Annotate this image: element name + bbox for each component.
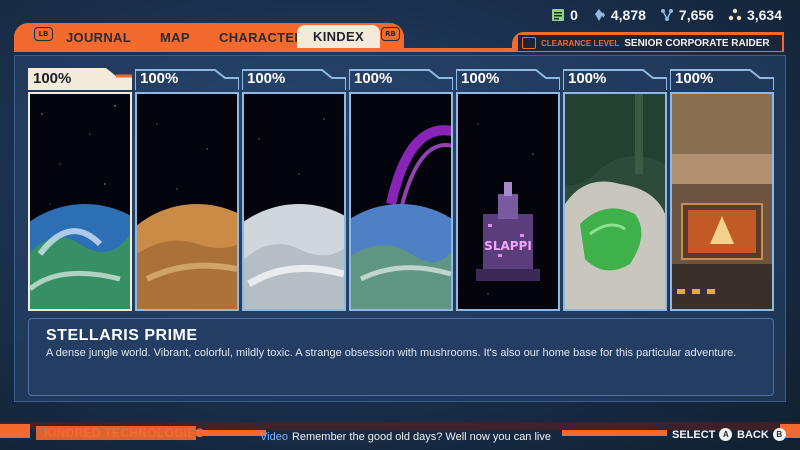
card-completion: 100% [568,70,607,87]
news-ticker: Video Remember the good old days? Well no… [260,431,551,443]
resource-documents-value: 0 [570,7,578,23]
card-completion: 100% [33,70,72,87]
card-image-planet-ice [242,92,346,311]
a-button-icon: A [719,428,733,441]
crystal-icon [594,9,605,21]
clearance-value: SENIOR CORPORATE RAIDER [624,37,770,49]
kindex-card-5[interactable]: 100% SLAPPI [456,68,560,311]
atom-cluster-icon [728,8,742,21]
clearance-label: CLEARANCE LEVEL [541,38,620,48]
ticker-text: Remember the good old days? Well now you… [291,431,551,443]
tab-kindex[interactable]: KINDEX [297,25,380,49]
resource-crystals: 4,878 [592,7,646,23]
lb-bumper-icon[interactable]: LB [34,27,53,41]
card-image-planet-desert [135,92,239,311]
document-icon [552,9,565,21]
molecule-icon [660,9,673,21]
card-completion: 100% [247,70,286,87]
tab-character[interactable]: CHARACTER [219,30,304,45]
clearance-level: CLEARANCE LEVEL SENIOR CORPORATE RAIDER [518,35,782,51]
kindex-card-2[interactable]: 100% [135,68,239,311]
resource-crystals-value: 4,878 [610,7,646,23]
id-card-icon [522,37,536,49]
card-completion: 100% [461,70,500,87]
kindex-card-6[interactable]: 100% [563,68,667,311]
station-sign-text: SLAPPI [484,239,532,253]
kindex-card-3[interactable]: 100% [242,68,346,311]
kindex-card-1[interactable]: 100% [28,68,132,311]
b-button-icon: B [772,428,786,441]
kindex-card-7[interactable]: 100% [670,68,774,311]
select-button[interactable]: SELECT A [672,428,733,441]
card-image-planet-ringed [349,92,453,311]
resource-atoms-value: 3,634 [746,7,782,23]
resource-documents: 0 [551,7,578,23]
card-completion: 100% [675,70,714,87]
tab-journal[interactable]: JOURNAL [66,30,131,45]
resource-molecules: 7,656 [660,7,714,23]
card-image-space-station: SLAPPI [456,92,560,311]
kindex-card-4[interactable]: 100% [349,68,453,311]
card-image-crystal-crater [563,92,667,311]
brand-label: KINDRED TECHNOLOGIES [44,426,205,440]
back-button[interactable]: BACK B [737,428,786,441]
tab-map[interactable]: MAP [160,30,190,45]
card-image-office [670,92,774,311]
back-label: BACK [737,428,769,441]
resource-counters: 0 4,878 7,656 3,634 [551,7,782,23]
entry-description: A dense jungle world. Vibrant, colorful,… [46,347,737,359]
select-label: SELECT [672,428,716,441]
ticker-tag: Video [260,431,288,443]
card-completion: 100% [140,70,179,87]
entry-title: STELLARIS PRIME [46,327,198,344]
card-image-planet-blue-green [28,92,132,311]
resource-molecules-value: 7,656 [678,7,714,23]
card-completion: 100% [354,70,393,87]
resource-atoms: 3,634 [728,7,782,23]
rb-bumper-icon[interactable]: RB [381,27,400,41]
